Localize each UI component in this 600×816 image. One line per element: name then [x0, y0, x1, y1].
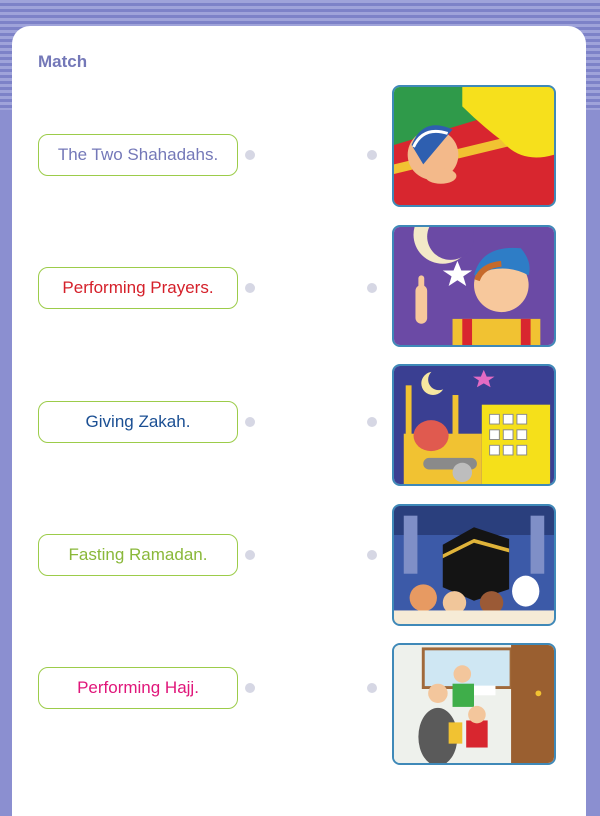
left-match-dot-5[interactable] — [245, 683, 255, 693]
label-text-4: Fasting Ramadan. — [68, 545, 208, 564]
right-match-dot-5[interactable] — [367, 683, 377, 693]
charity-giving-illustration[interactable] — [392, 643, 556, 765]
label-box-4[interactable]: Fasting Ramadan. — [38, 534, 238, 576]
left-match-dot-1[interactable] — [245, 150, 255, 160]
label-box-5[interactable]: Performing Hajj. — [38, 667, 238, 709]
right-match-dot-1[interactable] — [367, 150, 377, 160]
label-box-1[interactable]: The Two Shahadahs. — [38, 134, 238, 176]
label-text-2: Performing Prayers. — [62, 278, 214, 297]
right-match-dot-4[interactable] — [367, 550, 377, 560]
prayer-prostration-illustration[interactable] — [392, 85, 556, 207]
label-text-5: Performing Hajj. — [77, 678, 199, 697]
right-match-dot-3[interactable] — [367, 417, 377, 427]
left-match-dot-3[interactable] — [245, 417, 255, 427]
label-text-1: The Two Shahadahs. — [57, 145, 219, 164]
ramadan-cannon-night-illustration[interactable] — [392, 364, 556, 486]
label-box-3[interactable]: Giving Zakah. — [38, 401, 238, 443]
boy-pointing-at-sky-illustration[interactable] — [392, 225, 556, 347]
left-match-dot-2[interactable] — [245, 283, 255, 293]
label-text-3: Giving Zakah. — [85, 412, 191, 431]
kaaba-pilgrims-illustration[interactable] — [392, 504, 556, 626]
left-match-dot-4[interactable] — [245, 550, 255, 560]
right-match-dot-2[interactable] — [367, 283, 377, 293]
label-box-2[interactable]: Performing Prayers. — [38, 267, 238, 309]
page-title: Match — [38, 52, 88, 71]
